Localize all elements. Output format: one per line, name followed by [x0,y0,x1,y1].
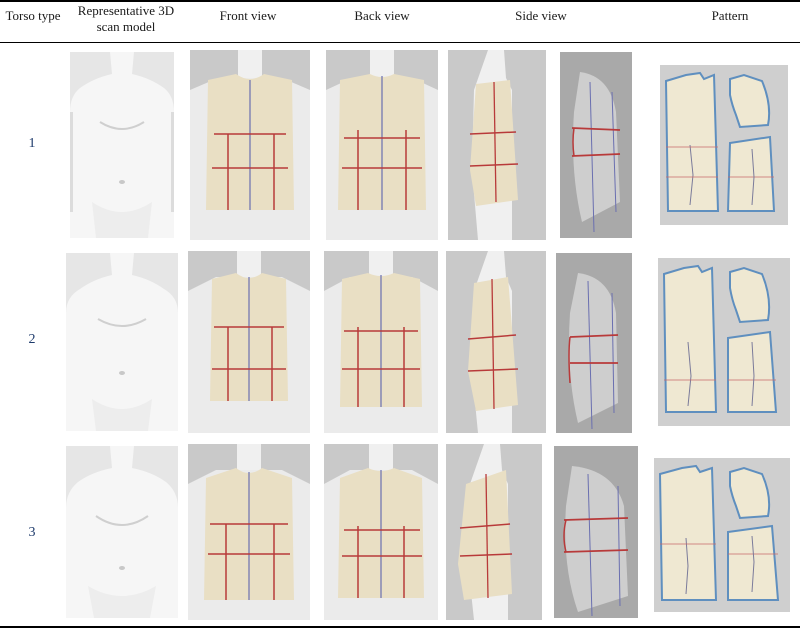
side-view-image-1 [448,50,546,240]
bottom-rule [0,626,800,628]
figure-table: Torso type Representative 3D scan model … [0,0,800,630]
side-mesh-image-3 [554,446,638,618]
back-view-image-2 [324,251,438,433]
side-view-image-3 [446,444,542,620]
front-view-image-1 [190,50,310,240]
header-torso-type: Torso type [5,8,61,23]
side-mesh-image-1 [560,52,632,238]
header-front-view: Front view [219,8,277,23]
front-view-image-2 [188,251,310,433]
header-back-view: Back view [354,8,410,23]
pattern-image-1 [660,65,788,225]
back-view-image-1 [326,50,438,240]
header-scan-model-line1: Representative 3D [77,3,175,18]
row-label-1: 1 [28,136,36,151]
header-scan-model: Representative 3D scan model [66,3,186,35]
front-view-image-3 [188,444,310,620]
header-pattern: Pattern [711,8,749,23]
side-mesh-image-2 [556,253,632,433]
scan-model-image-3 [66,446,178,618]
pattern-image-3 [654,458,790,612]
header-side-view: Side view [515,8,567,23]
row-label-3: 3 [28,525,36,540]
scan-model-image-1 [70,52,174,238]
header-scan-model-line2: scan model [96,19,156,34]
header-rule [0,42,800,43]
side-view-image-2 [446,251,546,433]
scan-model-image-2 [66,253,178,431]
back-view-image-3 [324,444,438,620]
row-label-2: 2 [28,332,36,347]
top-rule [0,0,800,2]
pattern-image-2 [658,258,790,426]
